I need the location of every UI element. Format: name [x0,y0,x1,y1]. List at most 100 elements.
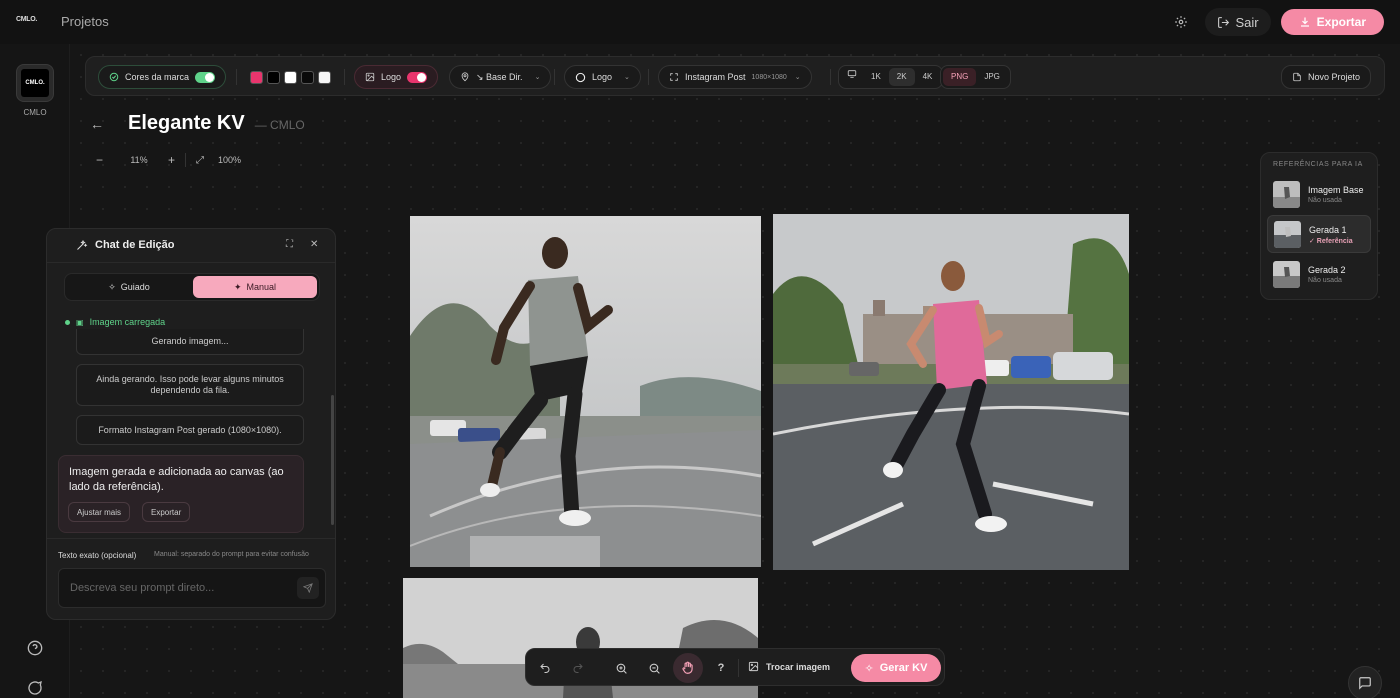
toolbar-divider [236,69,237,85]
reference-item[interactable]: Imagem Base Não usada [1267,176,1371,214]
prompt-box [58,568,326,608]
feedback-button[interactable] [25,678,45,698]
help-button[interactable] [25,638,45,658]
prompt-input[interactable] [59,569,289,607]
expand-icon [670,73,678,81]
color-swatch[interactable] [318,71,331,84]
chat-bubble-icon [28,680,42,695]
new-project-label: Novo Projeto [1308,72,1361,82]
nav-projects-link[interactable]: Projetos [61,14,109,29]
brand-colors-toggle[interactable]: Cores da marca [98,65,227,89]
file-type-option[interactable]: PNG [943,68,977,86]
tab-manual[interactable]: ✦ Manual [193,276,317,298]
fit-screen-icon[interactable]: ⤢ [196,155,204,166]
logo-position-select[interactable]: ↘ Base Dir. ⌄ [449,65,552,89]
zoom-in-icon [616,663,627,674]
settings-toolbar: Cores da marca Logo ↘ Base Dir. ⌄ Logo ⌄… [85,56,1385,96]
workspace-label: CMLO [23,108,47,117]
status-dot [65,319,70,325]
zoom-in-tool[interactable] [611,658,631,678]
brand-logo[interactable]: CMLO. [16,16,37,23]
logo-switch[interactable] [407,71,428,83]
zoom-out-button[interactable]: − [96,153,110,167]
logo-position-label: ↘ Base Dir. [476,71,523,82]
resolution-option[interactable]: 4K [915,68,941,86]
mode-tabs: ✧ Guiado ✦ Manual [64,273,320,301]
swap-image-button[interactable]: Trocar imagem [748,661,830,672]
sparkle-icon: ✦ [233,281,242,292]
swap-image-label: Trocar imagem [766,661,831,672]
chevron-down-icon: ⌄ [794,74,801,81]
color-swatch[interactable] [267,71,280,84]
zoom-divider [185,153,187,167]
chat-export-button[interactable]: Exportar [142,502,191,522]
exact-text-label: Texto exato (opcional) [58,551,137,560]
logout-button[interactable]: Sair [1204,8,1271,36]
runner-photo-male [410,216,761,567]
toolbar-divider [344,69,345,85]
back-arrow-icon[interactable]: ← [90,116,104,132]
chat-message: Ainda gerando. Isso pode levar alguns mi… [76,364,304,406]
circle-icon [575,72,586,82]
support-chat-button[interactable] [1348,666,1382,698]
generate-kv-label: Gerar KV [879,662,928,674]
adjust-more-button[interactable]: Ajustar mais [68,502,131,522]
generate-kv-button[interactable]: ✧ Gerar KV [851,654,941,682]
chat-message-final: Imagem gerada e adicionada ao canvas (ao… [58,455,304,533]
zoom-fit-label[interactable]: 100% [218,155,241,165]
logo-toggle[interactable]: Logo [354,65,439,89]
canvas-bottom-bar: ? Trocar imagem ✧ Gerar KV [525,648,945,686]
resolution-option[interactable]: 2K [888,68,915,86]
references-title: REFERÊNCIAS PARA IA [1273,161,1363,168]
logout-icon [1217,16,1229,28]
tab-guided-label: Guiado [120,282,150,292]
file-plus-icon [1293,72,1301,82]
map-pin-icon [461,72,469,82]
project-title: Elegante KV [128,112,245,134]
zoom-in-button[interactable]: + [168,153,175,167]
image-icon: ▣ [76,317,84,327]
pan-tool-button[interactable] [673,653,703,683]
redo-icon [573,663,583,673]
hand-icon [682,661,693,674]
tab-guided[interactable]: ✧ Guiado [67,276,191,298]
file-type-option[interactable]: JPG [976,68,1008,86]
workspace-avatar[interactable]: CMLO. [16,64,54,102]
resolution-selector: 1K 2K 4K [838,65,944,89]
zoom-controls: − 11% + ⤢ 100% [96,150,241,170]
settings-button[interactable] [1167,8,1195,36]
message-square-icon [1359,677,1371,690]
exact-text-note: Manual: separado do prompt para evitar c… [154,551,309,558]
color-swatch[interactable] [284,71,297,84]
reference-item-selected[interactable]: Gerada 1 ✓ Referência [1267,215,1371,253]
runner-photo-female [773,214,1129,570]
export-label: Exportar [1316,15,1366,29]
redo-button[interactable] [568,658,588,678]
format-select[interactable]: Instagram Post 1080×1080 ⌄ [658,65,812,89]
export-button[interactable]: Exportar [1280,9,1384,35]
resolution-option[interactable]: 1K [863,68,889,86]
magic-wand-icon [76,239,88,254]
close-icon[interactable]: ✕ [310,239,318,250]
undo-icon [540,663,550,673]
reference-item[interactable]: Gerada 2 Não usada [1267,256,1371,294]
logo-variant-select[interactable]: Logo ⌄ [564,65,641,89]
zoom-out-icon [649,663,660,674]
chat-scrollbar[interactable] [331,395,334,525]
send-button[interactable] [297,577,319,599]
color-swatch[interactable] [301,71,314,84]
canvas-image-generated-1[interactable] [773,214,1129,570]
zoom-out-tool[interactable] [644,658,664,678]
image-swap-icon [748,661,759,672]
upload-status-text: Imagem carregada [89,317,166,327]
upload-status: ▣ Imagem carregada [65,317,165,327]
canvas-image-base[interactable] [410,216,761,567]
help-tool-button[interactable]: ? [711,658,731,678]
new-project-button[interactable]: Novo Projeto [1281,65,1372,89]
workspace-avatar-text: CMLO. [21,69,49,97]
color-swatch[interactable] [250,71,263,84]
undo-button[interactable] [535,658,555,678]
brand-colors-switch[interactable] [195,71,216,83]
reference-thumbnail [1273,181,1300,208]
maximize-icon[interactable]: ⛶ [286,239,293,250]
